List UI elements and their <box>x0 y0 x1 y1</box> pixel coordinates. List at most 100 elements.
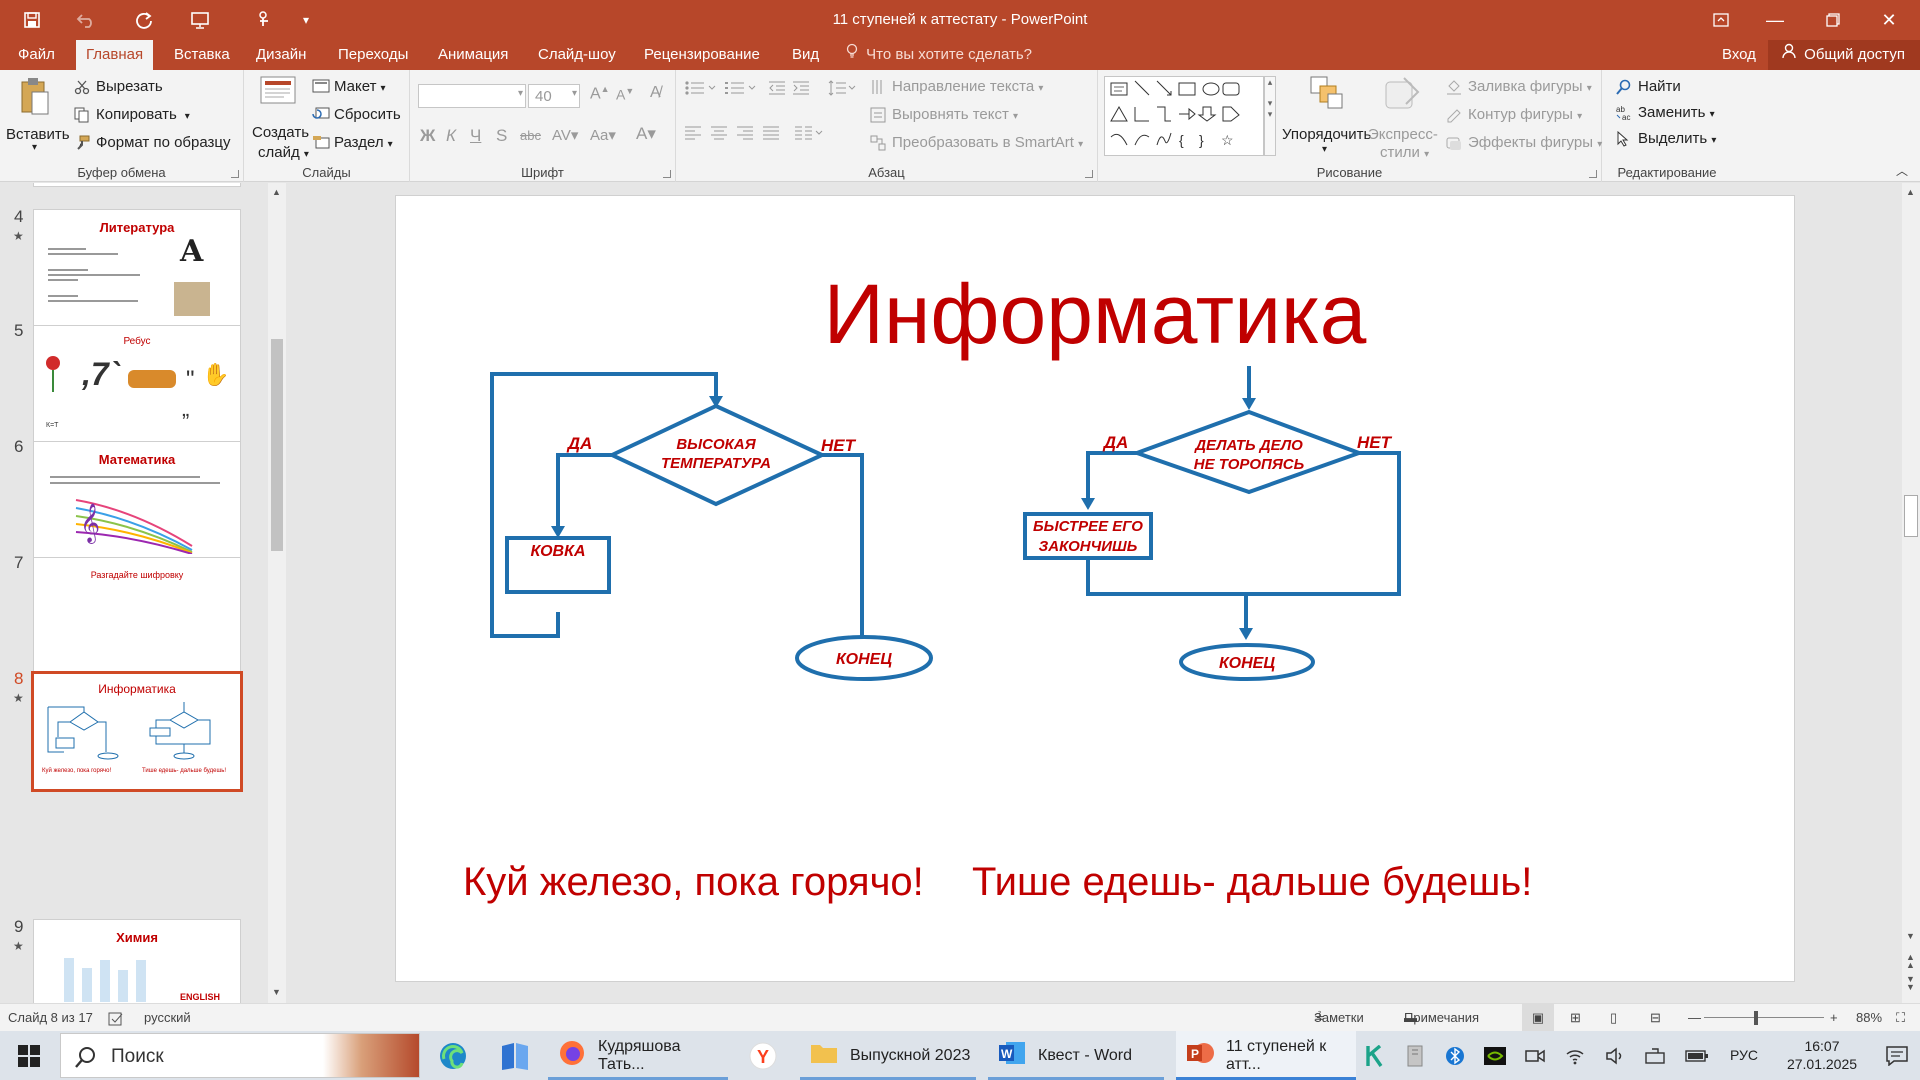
strikethrough-icon[interactable]: abc <box>520 128 541 143</box>
bold-icon[interactable]: Ж <box>420 126 435 146</box>
clock[interactable]: 16:07 27.01.2025 <box>1776 1031 1868 1080</box>
left-proverb[interactable]: Куй железо, пока горячо! <box>463 860 924 905</box>
maximize-icon[interactable] <box>1810 0 1856 40</box>
zoom-level[interactable]: 88% <box>1856 1004 1882 1032</box>
layout-dropdown-icon[interactable]: ▾ <box>380 83 385 94</box>
paragraph-launcher-icon[interactable] <box>1085 170 1093 178</box>
new-slide-dropdown-icon[interactable]: ▾ <box>304 149 309 160</box>
quick-styles-button[interactable]: Экспресс- стили ▾ <box>1366 74 1440 164</box>
input-language[interactable]: РУС <box>1730 1031 1758 1080</box>
thumbnail-scrollbar[interactable]: ▲ ▼ <box>268 183 286 1003</box>
tab-slideshow[interactable]: Слайд-шоу <box>528 40 626 70</box>
slide-scrollbar[interactable]: ▲ ▼ ▲ ▲ ▼ ▼ <box>1902 183 1920 1003</box>
paste-button[interactable]: Вставить ▾ <box>6 74 70 158</box>
spellcheck-icon[interactable] <box>108 1004 124 1032</box>
smartart-dropdown-icon[interactable]: ▾ <box>1078 139 1083 150</box>
zoom-out-icon[interactable]: — <box>1688 1004 1701 1032</box>
justify-icon[interactable] <box>762 126 780 144</box>
section-dropdown-icon[interactable]: ▾ <box>388 139 393 150</box>
text-direction-dropdown-icon[interactable]: ▾ <box>1038 83 1043 94</box>
shapes-gallery-scroll[interactable]: ▴ ▾ ▾ <box>1264 76 1276 156</box>
close-icon[interactable]: ✕ <box>1866 0 1912 40</box>
customize-toolbar-icon[interactable]: ▾ <box>296 0 316 40</box>
zoom-slider[interactable] <box>1704 1017 1824 1018</box>
edge-icon[interactable] <box>430 1031 476 1080</box>
scroll-down-icon[interactable]: ▼ <box>1906 931 1915 941</box>
font-color-icon[interactable]: A▾ <box>636 124 656 144</box>
cut-button[interactable]: Вырезать <box>74 78 163 95</box>
bullets-icon[interactable] <box>684 80 718 100</box>
tab-review[interactable]: Рецензирование <box>634 40 770 70</box>
columns-icon[interactable] <box>794 126 824 144</box>
quick-styles-dropdown-icon[interactable]: ▾ <box>1424 149 1429 160</box>
slide-thumbnail-5[interactable]: Ребус ,7` " ✋ „ К=Т <box>33 325 241 442</box>
shape-outline-dropdown-icon[interactable]: ▾ <box>1577 111 1582 122</box>
taskbar-search-box[interactable]: Поиск <box>60 1033 420 1078</box>
slide-thumbnail-9[interactable]: Химия ENGLISH <box>33 919 241 1003</box>
taskbar-app-firefox[interactable]: Кудряшова Тать... <box>548 1031 728 1080</box>
tab-design[interactable]: Дизайн <box>246 40 316 70</box>
language-indicator[interactable]: русский <box>144 1004 191 1032</box>
scroll-down-icon[interactable]: ▼ <box>272 987 281 997</box>
slide-title[interactable]: Информатика <box>396 266 1794 363</box>
tab-insert[interactable]: Вставка <box>164 40 240 70</box>
wifi-icon[interactable] <box>1560 1031 1590 1080</box>
slideshow-view-icon[interactable]: ⊟ <box>1650 1004 1661 1032</box>
tab-home[interactable]: Главная <box>76 40 154 70</box>
shape-fill-button[interactable]: Заливка фигуры ▾ <box>1446 78 1592 96</box>
notifications-icon[interactable] <box>1874 1031 1920 1080</box>
change-case-icon[interactable]: Aa▾ <box>590 126 616 144</box>
font-size-field[interactable]: 40 ▾ <box>528 84 580 108</box>
shape-effects-button[interactable]: Эффекты фигуры ▾ <box>1446 134 1602 151</box>
slide-thumbnail-6[interactable]: Математика 𝄞 <box>33 441 241 558</box>
shapes-gallery[interactable]: { } ☆ <box>1104 76 1264 156</box>
replace-dropdown-icon[interactable]: ▾ <box>1710 109 1715 120</box>
save-icon[interactable] <box>12 0 52 40</box>
kaspersky-icon[interactable] <box>1360 1031 1390 1080</box>
layout-button[interactable]: Макет ▾ <box>312 78 385 95</box>
reset-button[interactable]: Сбросить <box>312 106 401 123</box>
drawing-launcher-icon[interactable] <box>1589 170 1597 178</box>
align-right-icon[interactable] <box>736 126 754 144</box>
taskbar-app-folder[interactable]: Выпускной 2023 <box>800 1031 976 1080</box>
new-slide-button[interactable]: Создать слайд ▾ <box>248 74 309 164</box>
font-size-dropdown-icon[interactable]: ▾ <box>572 88 577 99</box>
start-button[interactable] <box>0 1031 58 1080</box>
character-spacing-icon[interactable]: AV▾ <box>552 126 578 144</box>
select-dropdown-icon[interactable]: ▾ <box>1711 135 1716 146</box>
minimize-icon[interactable]: — <box>1752 0 1798 40</box>
decrease-font-icon[interactable]: A▼ <box>616 86 634 103</box>
find-button[interactable]: Найти <box>1616 78 1681 95</box>
font-launcher-icon[interactable] <box>663 170 671 178</box>
next-slide-icon[interactable]: ▼ ▼ <box>1906 975 1915 992</box>
shape-outline-button[interactable]: Контур фигуры ▾ <box>1446 106 1582 123</box>
italic-icon[interactable]: К <box>446 126 456 146</box>
arrange-dropdown-icon[interactable]: ▾ <box>1322 144 1327 155</box>
replace-button[interactable]: ab ac Заменить ▾ <box>1616 104 1715 122</box>
reading-view-icon[interactable]: ▯ <box>1610 1004 1617 1032</box>
align-text-button[interactable]: Выровнять текст ▾ <box>870 106 1018 123</box>
tab-file[interactable]: Файл <box>8 40 65 70</box>
clipboard-launcher-icon[interactable] <box>231 170 239 178</box>
reader-app-icon[interactable] <box>492 1031 538 1080</box>
zoom-in-icon[interactable]: + <box>1830 1004 1838 1032</box>
usb-device-icon[interactable] <box>1400 1031 1430 1080</box>
yandex-browser-icon[interactable]: Y <box>740 1031 786 1080</box>
nvidia-icon[interactable] <box>1480 1031 1510 1080</box>
shadow-icon[interactable]: S <box>496 126 507 146</box>
tab-animations[interactable]: Анимация <box>428 40 518 70</box>
font-name-field[interactable]: ▾ <box>418 84 526 108</box>
slide-thumbnail-4[interactable]: Литература A <box>33 209 241 326</box>
slide-thumbnail-8[interactable]: Информатика Куй железо, пока горячо! Тиш… <box>31 671 243 792</box>
taskbar-app-word[interactable]: W Квест - Word <box>988 1031 1164 1080</box>
underline-icon[interactable]: Ч <box>470 126 481 146</box>
line-spacing-icon[interactable] <box>828 80 856 100</box>
redo-icon[interactable] <box>124 0 164 40</box>
tell-me-search[interactable]: Что вы хотите сделать? <box>846 40 1032 70</box>
clear-formatting-icon[interactable]: A̸ <box>650 84 661 102</box>
bluetooth-icon[interactable] <box>1440 1031 1470 1080</box>
right-flowchart[interactable]: ДА НЕТ ДЕЛАТЬ ДЕЛО НЕ ТОРОПЯСЬ БЫСТРЕЕ Е… <box>1006 356 1436 686</box>
align-left-icon[interactable] <box>684 126 702 144</box>
scroll-up-icon[interactable]: ▲ <box>272 187 281 197</box>
increase-indent-icon[interactable] <box>792 80 810 100</box>
